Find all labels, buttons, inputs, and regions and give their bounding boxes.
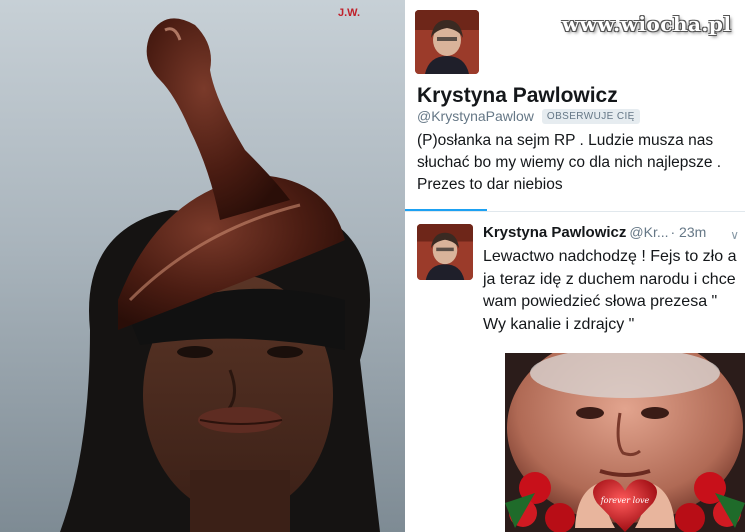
profile-name: Krystyna Pawlowicz — [417, 84, 618, 107]
watermark-text: www.wiocha.pl — [562, 12, 732, 36]
hat-photo-illustration — [60, 18, 380, 532]
follows-you-badge: OBSERWUJE CIĘ — [541, 108, 640, 124]
signature-text: J.W. — [338, 7, 361, 19]
left-photo: J.W. — [0, 0, 405, 532]
tweet-card[interactable]: Krystyna Pawlowicz @Kr... · 23m ∨ Lewactwo… — [405, 212, 745, 360]
profile-avatar[interactable] — [415, 10, 479, 74]
man-with-heart-illustration: forever love — [505, 353, 745, 532]
profile-bio: (P)osłanka na sejm RP . Ludzie musza nas… — [417, 132, 722, 193]
heart-text: forever love — [600, 496, 650, 505]
profile-handle-row: @KrystynaPawlow OBSERWUJE CIĘ — [417, 108, 640, 124]
tweet-timestamp[interactable]: · 23m — [671, 224, 707, 240]
tweet-author-name[interactable]: Krystyna Pawlowicz — [483, 224, 626, 241]
chevron-down-icon[interactable]: ∨ — [730, 228, 739, 242]
tweet-avatar[interactable] — [417, 224, 473, 280]
bottom-right-photo: forever love — [505, 353, 745, 532]
profile-handle[interactable]: @KrystynaPawlow — [417, 108, 534, 124]
blank-area — [405, 360, 505, 532]
tweet-text: Lewactwo nadchodzę ! Fejs to zło a ja te… — [483, 248, 737, 333]
tweet-author-handle[interactable]: @Kr... — [629, 224, 668, 240]
tweet-header: Krystyna Pawlowicz @Kr... · 23m — [483, 224, 739, 241]
